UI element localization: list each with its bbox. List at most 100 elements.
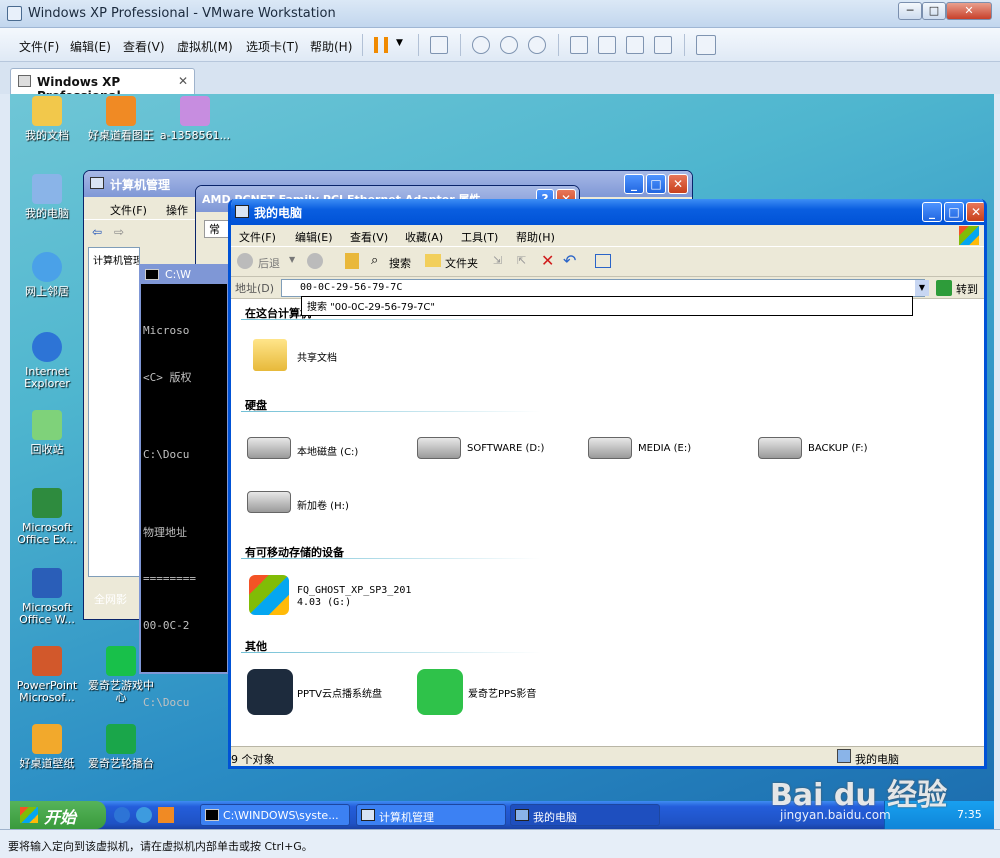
menu-file[interactable]: 文件(F)	[19, 38, 59, 55]
hard-drive-icon[interactable]	[247, 437, 291, 459]
menu-help[interactable]: 帮助(H)	[310, 38, 352, 55]
menu-tools[interactable]: 工具(T)	[461, 229, 498, 245]
cmd-title-bar[interactable]: C:\W	[141, 266, 227, 284]
maximize-button[interactable]: □	[944, 202, 964, 222]
drive-h-label[interactable]: 新加卷 (H:)	[297, 497, 349, 512]
taskbar-item-my-computer[interactable]: 我的电脑	[510, 804, 660, 826]
search-icon[interactable]: ⌕	[371, 253, 378, 268]
thumbnail-bar-icon[interactable]	[696, 35, 716, 55]
start-button[interactable]: 开始	[10, 801, 106, 829]
minimize-button[interactable]: _	[922, 202, 942, 222]
pptv-drive-label[interactable]: PPTV云点播系统盘	[297, 685, 382, 700]
quicklaunch-icon[interactable]	[158, 807, 174, 823]
menu-edit[interactable]: 编辑(E)	[295, 229, 333, 245]
fullscreen-icon[interactable]	[626, 36, 644, 54]
menu-tabs[interactable]: 选项卡(T)	[246, 38, 299, 55]
drive-f-label[interactable]: BACKUP (F:)	[808, 443, 867, 454]
desktop-icon-gif-file[interactable]: a-1358561...	[158, 96, 232, 142]
iqiyi-pps-label[interactable]: 爱奇艺PPS影音	[468, 685, 536, 700]
back-arrow-icon[interactable]: ⇦	[92, 225, 102, 239]
close-button[interactable]: ✕	[966, 202, 984, 222]
library-view-icon[interactable]	[570, 36, 588, 54]
revert-snapshot-icon[interactable]	[500, 36, 518, 54]
desktop-icon-recycle-bin[interactable]: 回收站	[10, 410, 84, 456]
views-icon[interactable]	[595, 254, 611, 268]
delete-icon[interactable]: ✕	[541, 251, 554, 270]
computer-management-tree[interactable]: 计算机管理(本地	[88, 247, 140, 577]
taskbar-item-computer-management[interactable]: 计算机管理	[356, 804, 506, 826]
back-button-label[interactable]: 后退	[258, 255, 280, 271]
snapshot-manager-icon[interactable]	[528, 36, 546, 54]
menu-vm[interactable]: 虚拟机(M)	[177, 38, 233, 55]
iqiyi-icon[interactable]	[417, 669, 463, 715]
desktop-icon-excel[interactable]: Microsoft Office Ex...	[10, 488, 84, 546]
folders-button-label[interactable]: 文件夹	[445, 255, 478, 271]
menu-view[interactable]: 查看(V)	[123, 38, 165, 55]
shared-documents-label[interactable]: 共享文档	[297, 349, 337, 364]
desktop-icon-image-viewer[interactable]: 好桌道看图王	[84, 96, 158, 142]
drive-c-label[interactable]: 本地磁盘 (C:)	[297, 443, 358, 458]
desktop-icon-powerpoint[interactable]: PowerPoint Microsof...	[10, 646, 84, 704]
ie-quicklaunch-icon[interactable]	[114, 807, 130, 823]
close-button[interactable]: ✕	[668, 174, 688, 194]
menu-file[interactable]: 文件(F)	[239, 229, 276, 245]
forward-icon[interactable]	[307, 253, 323, 269]
desktop-icon-wallpaper[interactable]: 好桌道壁纸	[10, 724, 84, 770]
maximize-button[interactable]: □	[922, 2, 946, 20]
hard-drive-icon[interactable]	[588, 437, 632, 459]
chevron-down-icon[interactable]: ▼	[289, 255, 295, 264]
address-input[interactable]: 00-0C-29-56-79-7C	[281, 279, 925, 297]
window-command-prompt[interactable]: C:\W Microso <C> 版权 C:\Docu 物理地址 =======…	[139, 264, 229, 709]
snapshot-icon[interactable]	[472, 36, 490, 54]
windows-logo-icon[interactable]	[249, 575, 289, 615]
my-computer-title-bar[interactable]: 我的电脑 _ □ ✕	[231, 199, 984, 225]
menu-favorites[interactable]: 收藏(A)	[405, 229, 443, 245]
tree-root-item[interactable]: 计算机管理(本地	[93, 256, 139, 267]
pause-icon[interactable]	[374, 37, 388, 53]
chevron-down-icon[interactable]: ▼	[396, 38, 403, 48]
quicklaunch-icon[interactable]	[136, 807, 152, 823]
minimize-button[interactable]: _	[624, 174, 644, 194]
clock[interactable]: 7:35	[957, 808, 982, 821]
drive-d-label[interactable]: SOFTWARE (D:)	[467, 443, 544, 454]
undo-icon[interactable]: ↶	[563, 251, 576, 270]
desktop-icon-my-computer[interactable]: 我的电脑	[10, 174, 84, 220]
address-autocomplete-dropdown[interactable]: 搜索 "00-0C-29-56-79-7C"	[301, 296, 913, 316]
desktop-icon-my-documents[interactable]: 我的文档	[10, 96, 84, 142]
copy-to-icon[interactable]: ⇱	[517, 254, 526, 267]
desktop-icon-internet-explorer[interactable]: Internet Explorer	[10, 332, 84, 390]
menu-view[interactable]: 查看(V)	[350, 229, 388, 245]
folders-icon[interactable]	[425, 254, 441, 267]
send-ctrl-alt-del-icon[interactable]	[430, 36, 448, 54]
tab-windows-xp[interactable]: Windows XP Professional ✕	[10, 68, 195, 103]
window-my-computer[interactable]: 我的电脑 _ □ ✕ 文件(F) 编辑(E) 查看(V) 收藏(A) 工具(T)…	[228, 199, 987, 769]
console-view-icon[interactable]	[598, 36, 616, 54]
hard-drive-icon[interactable]	[247, 491, 291, 513]
chevron-down-icon[interactable]: ▼	[915, 280, 929, 296]
desktop-icon-word[interactable]: Microsoft Office W...	[10, 568, 84, 626]
menu-help[interactable]: 帮助(H)	[516, 229, 555, 245]
pptv-cloud-icon[interactable]	[247, 669, 293, 715]
up-folder-icon[interactable]	[345, 253, 359, 269]
close-tab-icon[interactable]: ✕	[178, 74, 188, 88]
menu-action[interactable]: 操作	[166, 202, 188, 218]
hard-drive-icon[interactable]	[417, 437, 461, 459]
autocomplete-suggestion[interactable]: 搜索 "00-0C-29-56-79-7C"	[307, 302, 435, 313]
shared-folder-icon[interactable]	[253, 339, 287, 371]
forward-arrow-icon[interactable]: ⇨	[114, 225, 124, 239]
drive-e-label[interactable]: MEDIA (E:)	[638, 443, 691, 454]
close-button[interactable]: ✕	[946, 2, 992, 20]
back-icon[interactable]	[237, 253, 253, 269]
hard-drive-icon[interactable]	[758, 437, 802, 459]
removable-drive-name[interactable]: FQ_GHOST_XP_SP3_201	[297, 585, 411, 596]
maximize-button[interactable]: □	[646, 174, 666, 194]
minimize-button[interactable]: ─	[898, 2, 922, 20]
move-to-icon[interactable]: ⇲	[493, 254, 502, 267]
menu-file[interactable]: 文件(F)	[110, 202, 147, 218]
desktop-icon-network[interactable]: 网上邻居	[10, 252, 84, 298]
search-button-label[interactable]: 搜索	[389, 255, 411, 271]
taskbar-item-cmd[interactable]: C:\WINDOWS\syste...	[200, 804, 350, 826]
menu-edit[interactable]: 编辑(E)	[70, 38, 111, 55]
go-button[interactable]: 转到	[934, 278, 982, 298]
removable-drive-letter[interactable]: 4.03 (G:)	[297, 597, 351, 608]
